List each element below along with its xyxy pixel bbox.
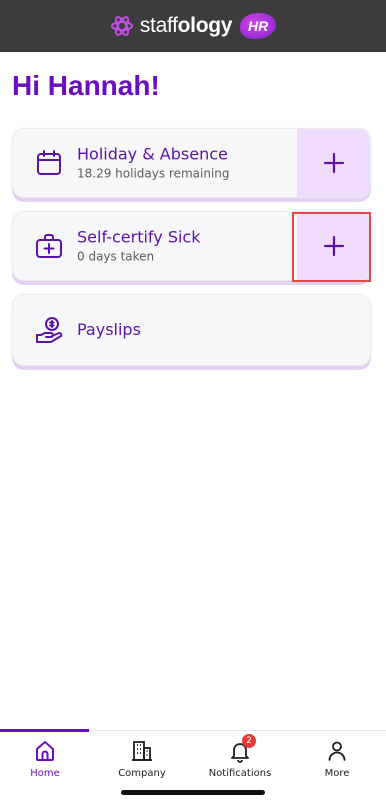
card-title: Holiday & Absence [77,144,228,164]
person-icon [325,739,349,763]
nav-label: Notifications [208,768,272,779]
brand-wordmark: staffology [139,14,233,37]
plus-icon [323,152,345,174]
nav-company[interactable]: Company [94,739,190,779]
card-subtitle: 18.29 holidays remaining [77,166,230,181]
card-title: Payslips [77,320,141,339]
building-icon [130,739,154,763]
payslips-card[interactable]: Payslips [12,294,371,366]
nav-label: More [324,768,350,779]
bell-icon: 2 [228,734,256,763]
medical-kit-icon [35,232,63,260]
nav-label: Company [118,768,166,779]
home-icon [33,739,57,763]
active-tab-indicator [0,729,89,732]
brand-hr-badge: HR [240,13,277,39]
add-holiday-button[interactable] [297,129,370,197]
brand-logo: staffology HR [110,13,277,39]
card-subtitle: 0 days taken [77,249,155,264]
add-sickness-button[interactable] [297,212,370,280]
nav-more[interactable]: More [289,739,385,779]
app-header: staffology HR [0,0,386,52]
notification-badge: 2 [242,734,256,748]
calendar-icon [35,149,63,177]
self-certify-sick-card[interactable]: Self-certify Sick 0 days taken [12,211,371,281]
nav-notifications[interactable]: 2 Notifications [192,734,288,779]
plus-icon [323,235,345,257]
holiday-absence-card[interactable]: Holiday & Absence 18.29 holidays remaini… [12,128,371,198]
nav-label: Home [30,768,60,779]
atom-logo-icon [110,14,134,38]
home-indicator [121,790,265,795]
nav-home[interactable]: Home [0,739,93,779]
card-title: Self-certify Sick [77,227,201,247]
page-greeting: Hi Hannah! [12,70,160,101]
payslip-hand-icon [35,315,65,345]
